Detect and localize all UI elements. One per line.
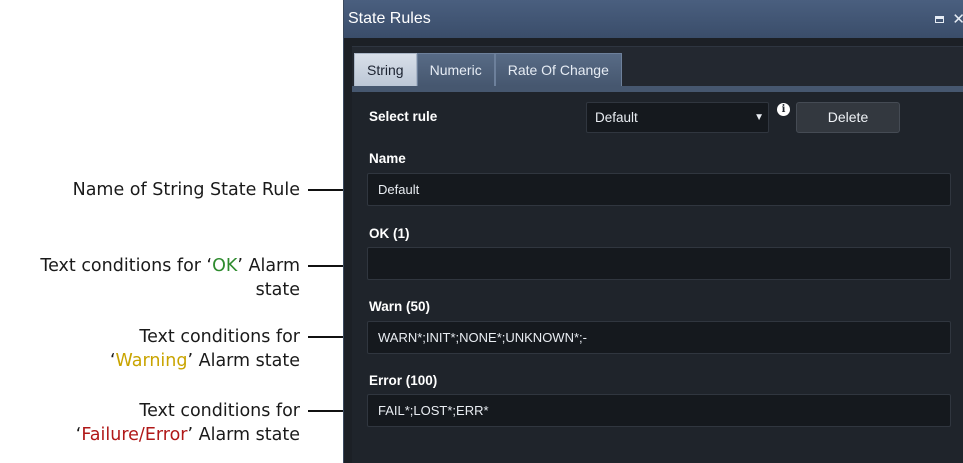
ok-label: OK (1) [369, 226, 410, 241]
callout-ok-line1: Text conditions for ‘OK’ Alarm [40, 254, 300, 278]
string-rule-form: Select rule Default ▼ i Delete Name OK (… [352, 92, 963, 463]
window-titlebar[interactable]: State Rules ✕ [344, 0, 963, 38]
name-label: Name [369, 151, 406, 166]
callout-warn-line1: Text conditions for [139, 327, 300, 347]
chevron-down-icon: ▼ [754, 112, 764, 123]
maximize-button[interactable] [935, 15, 945, 23]
error-label: Error (100) [369, 373, 438, 388]
callout-warn-line2: ‘Warning’ Alarm state [110, 349, 300, 373]
select-rule-label: Select rule [369, 109, 438, 124]
select-rule-dropdown[interactable]: Default ▼ [586, 102, 769, 133]
callout-name-text: Name of String State Rule [72, 180, 300, 200]
delete-button[interactable]: Delete [796, 102, 900, 133]
name-field[interactable] [367, 173, 951, 206]
callout-warn-highlight: Warning [115, 351, 188, 371]
window-content: String Numeric Rate Of Change Select rul… [352, 46, 963, 463]
callout-warn: Text conditions for ‘Warning’ Alarm stat… [110, 325, 300, 373]
callout-ok-post: ’ Alarm [237, 256, 300, 276]
callout-error-line1: Text conditions for [139, 401, 300, 421]
warn-conditions-field[interactable] [367, 321, 951, 354]
window-title: State Rules [348, 10, 431, 27]
tab-rate-of-change[interactable]: Rate Of Change [494, 53, 622, 86]
state-rules-window: State Rules ✕ String Numeric Rate Of Cha… [343, 0, 963, 463]
select-rule-value: Default [595, 110, 638, 125]
callout-error: Text conditions for ‘Failure/Error’ Alar… [76, 399, 300, 447]
callout-ok-highlight: OK [212, 256, 238, 276]
tab-bar: String Numeric Rate Of Change [354, 53, 622, 86]
tab-numeric[interactable]: Numeric [416, 53, 495, 86]
callout-warn-post: ’ Alarm state [187, 351, 300, 371]
callout-error-line2: ‘Failure/Error’ Alarm state [76, 423, 300, 447]
window-controls: ✕ [935, 0, 963, 38]
callout-name: Name of String State Rule [73, 178, 300, 202]
maximize-icon [935, 15, 945, 23]
callout-error-highlight: Failure/Error [81, 425, 188, 445]
close-icon[interactable]: ✕ [952, 0, 963, 38]
callout-ok-pre: Text conditions for ‘ [40, 256, 213, 276]
info-icon[interactable]: i [777, 103, 790, 116]
warn-label: Warn (50) [369, 299, 431, 314]
error-conditions-field[interactable] [367, 394, 951, 427]
tab-string[interactable]: String [354, 53, 417, 86]
callout-error-post: ’ Alarm state [187, 425, 300, 445]
callout-ok-line2: state [255, 280, 300, 300]
ok-conditions-field[interactable] [367, 247, 951, 280]
callout-ok: Text conditions for ‘OK’ Alarm state [40, 254, 300, 302]
